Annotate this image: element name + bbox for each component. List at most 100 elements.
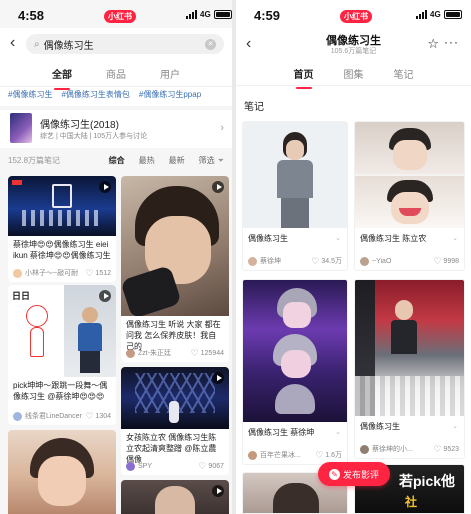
chevron-down-icon[interactable]: ⌄	[452, 234, 458, 242]
tab-users[interactable]: 用户	[160, 66, 180, 86]
note-image	[355, 122, 464, 228]
avatar	[248, 450, 257, 460]
network-type: 4G	[430, 10, 441, 19]
note-card[interactable]: 偶像练习生 听说 大家 都在问我 怎么保养皮肤！我自己的 Zzt-朱正廷 ♡ 12…	[121, 176, 229, 362]
note-card[interactable]: 偶像练习生 ⌄ 蔡徐坤的小... ♡ 9523	[354, 279, 465, 459]
show-poster	[10, 113, 32, 143]
filter-bar: 152.8万篇笔记 综合 最热 最新 筛选 ⏷	[0, 148, 232, 172]
app-badge: 小红书	[340, 10, 372, 23]
battery-icon	[213, 10, 232, 19]
heart-icon[interactable]: ♡	[433, 444, 441, 454]
chevron-down-icon[interactable]: ⌄	[452, 422, 458, 430]
author-name: Zzt-朱正廷	[138, 350, 172, 357]
note-card[interactable]: 日日 pick坤坤〜跟跳一段舞〜偶像练习生 @蔡徐坤😍😍😍 线条君LineDan…	[8, 285, 116, 425]
author-name: SPY	[138, 462, 153, 470]
tab-notes[interactable]: 笔记	[394, 66, 414, 85]
signal-icon	[186, 10, 197, 19]
hashtag-link[interactable]: #偶像练习生表情包	[61, 89, 129, 106]
status-time: 4:59	[254, 8, 281, 23]
tab-products[interactable]: 商品	[106, 66, 126, 86]
search-bar: ‹ ⌕ 偶像练习生 ✕	[0, 28, 232, 60]
hashtag-link[interactable]: #偶像练习生	[8, 89, 52, 106]
heart-icon[interactable]: ♡	[433, 256, 441, 266]
back-icon[interactable]: ‹	[10, 35, 15, 51]
search-results-screen: 4:58 小红书 4G ‹ ⌕ 偶像练习生 ✕ 全部 商品 用户 #偶像练习生 …	[0, 0, 232, 514]
signal-icon	[416, 10, 427, 19]
like-count: 125944	[200, 349, 224, 357]
funnel-icon: ⏷	[217, 155, 224, 165]
image-caption-2: 社	[405, 495, 418, 509]
author-name: 蔡徐坤	[260, 258, 281, 265]
clear-icon[interactable]: ✕	[205, 38, 216, 50]
tab-gallery[interactable]: 图集	[344, 66, 364, 85]
note-card[interactable]: 偶像练习生 蔡徐坤 ⌄ 百年芒果冰... ♡ 1.6万	[242, 279, 348, 465]
play-icon	[99, 290, 111, 302]
heart-icon[interactable]: ♡	[85, 268, 93, 278]
chevron-down-icon[interactable]: ⌄	[335, 428, 341, 436]
like-count: 9067	[208, 462, 224, 470]
note-image	[243, 122, 347, 228]
publish-label: 发布影评	[342, 469, 379, 480]
star-icon[interactable]: ☆	[427, 36, 439, 52]
filter-button[interactable]: 筛选 ⏷	[199, 155, 224, 166]
heart-icon[interactable]: ♡	[191, 348, 199, 358]
tab-home[interactable]: 首页	[294, 66, 314, 89]
filter-comprehensive[interactable]: 综合	[109, 155, 125, 166]
play-icon	[212, 485, 224, 497]
publish-review-button[interactable]: ✎ 发布影评	[318, 462, 390, 486]
search-value: 偶像练习生	[43, 40, 94, 52]
note-count: 152.8万篇笔记	[8, 155, 61, 165]
avatar	[126, 348, 135, 358]
section-title: 笔记	[236, 86, 471, 120]
topic-header: ‹ 偶像练习生 105.6万篇笔记 ☆ ···	[236, 28, 471, 60]
note-image	[243, 280, 347, 422]
play-icon	[212, 181, 224, 193]
chevron-down-icon[interactable]: ⌄	[335, 234, 341, 242]
filter-hottest[interactable]: 最热	[139, 155, 155, 166]
pencil-icon: ✎	[328, 468, 340, 480]
search-input[interactable]: ⌕ 偶像练习生 ✕	[26, 34, 224, 54]
topic-page-screen: 4:59 小红书 4G ‹ 偶像练习生 105.6万篇笔记 ☆ ··· 首页 图…	[236, 0, 471, 514]
heart-icon[interactable]: ♡	[85, 411, 93, 421]
note-card[interactable]	[121, 480, 229, 514]
note-title: 蔡徐坤😍😍偶像练习生 eiei ikun 蔡徐坤😍😍偶像练习生	[13, 240, 111, 260]
more-icon[interactable]: ···	[444, 35, 459, 49]
hashtag-link[interactable]: #偶像练习生ppap	[139, 89, 201, 106]
heart-icon[interactable]: ♡	[198, 461, 206, 471]
like-count: 1.6万	[325, 452, 342, 459]
filter-newest[interactable]: 最新	[169, 155, 185, 166]
filter-label: 筛选	[198, 155, 215, 165]
author-name: 百年芒果冰...	[260, 452, 301, 459]
like-count: 1512	[95, 269, 111, 277]
status-bar: 4:59 小红书 4G	[236, 0, 471, 28]
avatar	[13, 411, 22, 421]
note-card[interactable]: 蔡徐坤😍😍偶像练习生 eiei ikun 蔡徐坤😍😍偶像练习生 小林子〜~敲可耐…	[8, 176, 116, 282]
avatar	[13, 268, 22, 278]
avatar	[248, 256, 257, 266]
avatar	[360, 256, 369, 266]
show-info-card[interactable]: 偶像练习生(2018) 综艺 | 中国大陆 | 105万人参与讨论 ›	[0, 110, 232, 148]
heart-icon[interactable]: ♡	[311, 256, 319, 266]
author-name: ~YiaO	[372, 257, 392, 265]
note-image	[121, 480, 229, 514]
note-card[interactable]	[8, 430, 116, 514]
heart-icon[interactable]: ♡	[315, 450, 323, 460]
search-icon: ⌕	[34, 38, 40, 50]
note-card[interactable]: 女孩陈立农 偶像练习生陈立农起清爽整蹭 @陈立農 偶像 SPY ♡ 9067	[121, 367, 229, 475]
note-title: 偶像练习生 听说 大家 都在问我 怎么保养皮肤！我自己的	[126, 320, 221, 351]
app-badge: 小红书	[104, 10, 136, 23]
avatar	[126, 461, 135, 471]
tab-all[interactable]: 全部	[52, 66, 72, 90]
show-title: 偶像练习生(2018)	[40, 120, 119, 131]
note-image	[8, 430, 116, 514]
avatar	[360, 444, 369, 454]
signal-indicator: 4G	[416, 10, 462, 19]
hashtag-row: #偶像练习生 #偶像练习生表情包 #偶像练习生ppap	[0, 86, 232, 106]
battery-icon	[443, 10, 462, 19]
status-bar: 4:58 小红书 4G	[0, 0, 232, 28]
note-card[interactable]: 偶像练习生 ⌄ 蔡徐坤 ♡ 34.5万	[242, 121, 348, 271]
note-image	[121, 367, 229, 429]
note-title: 偶像练习生 蔡徐坤	[248, 428, 315, 437]
image-caption: 若pick他	[399, 473, 456, 489]
note-card[interactable]: 偶像练习生 陈立农 ⌄ ~YiaO ♡ 9998	[354, 121, 465, 271]
